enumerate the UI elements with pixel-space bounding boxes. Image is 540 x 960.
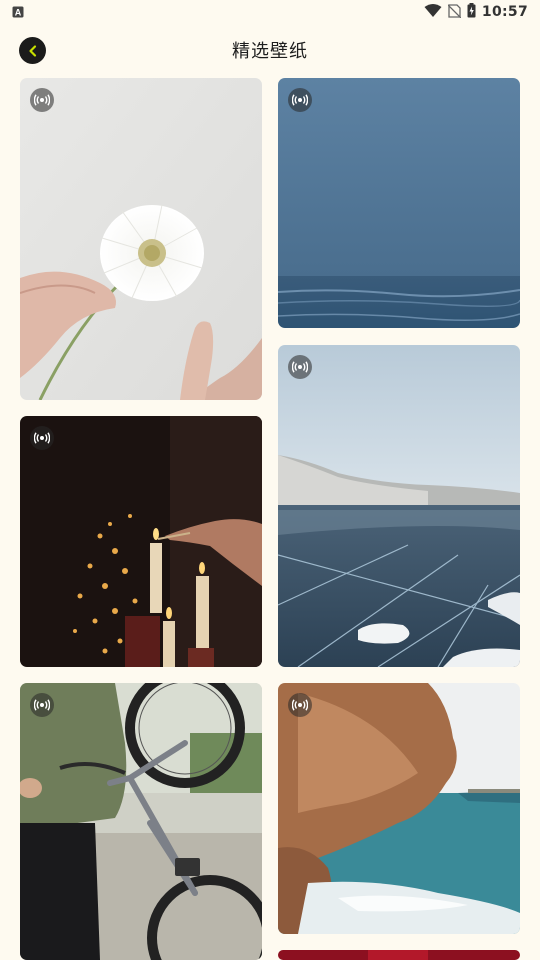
wallpaper-card-bicycle[interactable] bbox=[20, 683, 262, 960]
blue-sea-image bbox=[278, 78, 520, 328]
status-bar: A 10:57 bbox=[0, 0, 540, 24]
no-sim-icon bbox=[447, 3, 462, 22]
live-wallpaper-icon bbox=[288, 88, 312, 112]
status-time: 10:57 bbox=[481, 4, 528, 20]
wallpaper-card-frozen-lake[interactable] bbox=[278, 345, 520, 667]
rocky-coast-image bbox=[278, 683, 520, 934]
notification-a-icon: A bbox=[12, 3, 24, 22]
back-button[interactable] bbox=[19, 37, 46, 64]
battery-charging-icon bbox=[467, 2, 476, 22]
wallpaper-card-candles[interactable] bbox=[20, 416, 262, 667]
wallpaper-card-red-partial[interactable] bbox=[278, 950, 520, 960]
app-bar: 精选壁纸 bbox=[0, 24, 540, 76]
wallpaper-card-blue-sea[interactable] bbox=[278, 78, 520, 328]
live-wallpaper-icon bbox=[30, 693, 54, 717]
live-wallpaper-icon bbox=[288, 693, 312, 717]
wifi-icon bbox=[424, 3, 442, 22]
live-wallpaper-icon bbox=[30, 426, 54, 450]
white-flower-image bbox=[20, 78, 262, 400]
bicycle-image bbox=[20, 683, 262, 960]
wallpaper-card-white-flower[interactable] bbox=[20, 78, 262, 400]
red-image bbox=[278, 950, 520, 960]
chevron-left-icon bbox=[28, 44, 36, 57]
live-wallpaper-icon bbox=[288, 355, 312, 379]
page-title: 精选壁纸 bbox=[232, 41, 308, 62]
live-wallpaper-icon bbox=[30, 88, 54, 112]
candles-image bbox=[20, 416, 262, 667]
svg-text:A: A bbox=[15, 7, 22, 17]
wallpaper-card-rocky-coast[interactable] bbox=[278, 683, 520, 934]
frozen-lake-image bbox=[278, 345, 520, 667]
